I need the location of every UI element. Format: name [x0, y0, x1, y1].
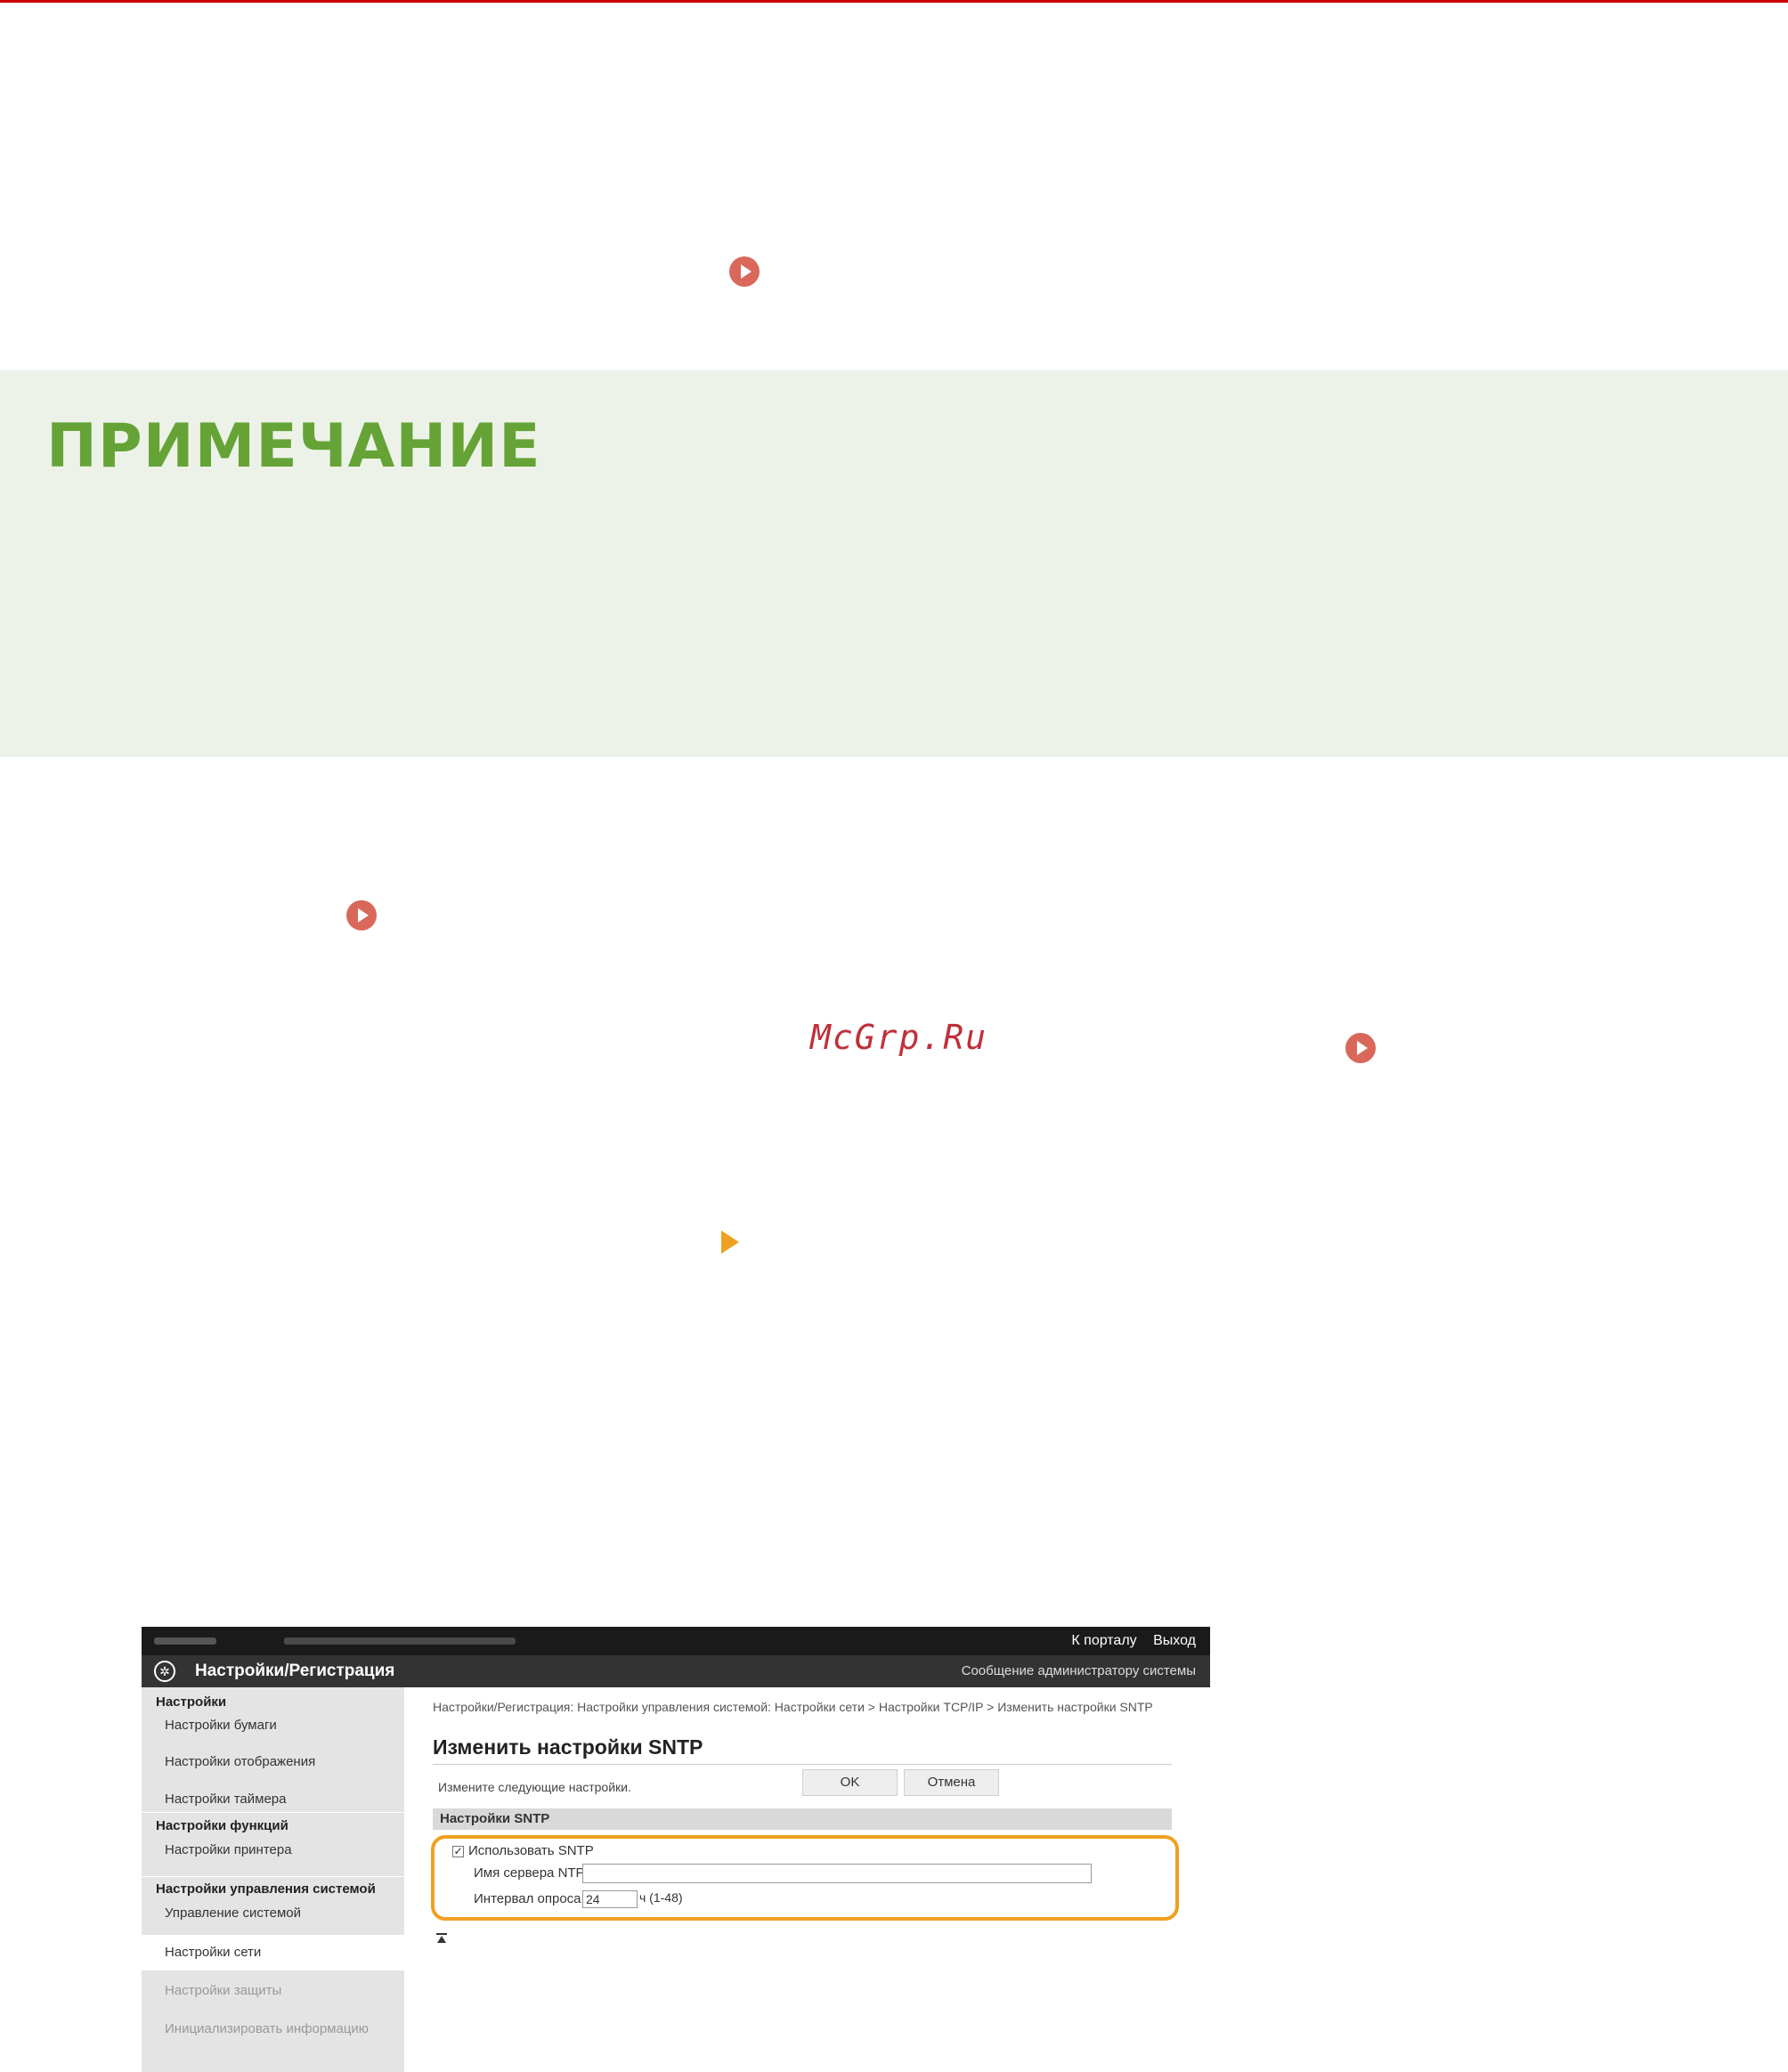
logout-link[interactable]: Выход [1153, 1633, 1196, 1648]
instruction-text: Измените следующие настройки. [438, 1780, 631, 1794]
poll-interval-label: Интервал опроса: [474, 1891, 585, 1906]
top-rule [0, 0, 1788, 3]
poll-interval-unit: ч (1-48) [639, 1890, 683, 1905]
note-title: ПРИМЕЧАНИЕ [46, 411, 541, 482]
sidebar-heading: Настройки управления системой [156, 1881, 376, 1897]
blurred-device-info [284, 1637, 516, 1645]
sidebar-item-network[interactable]: Настройки сети [142, 1935, 427, 1970]
sidebar-item-display[interactable]: Настройки отображения [142, 1754, 427, 1769]
screenshot-header: ✲ Настройки/Регистрация Сообщение админи… [142, 1655, 1210, 1687]
cancel-button[interactable]: Отмена [904, 1769, 999, 1796]
main-panel: Настройки/Регистрация: Настройки управле… [404, 1687, 1210, 2072]
link-arrow-icon[interactable] [346, 900, 377, 930]
link-arrow-icon[interactable] [729, 256, 760, 287]
step-arrow-icon [721, 1231, 739, 1254]
breadcrumb: Настройки/Регистрация: Настройки управле… [433, 1700, 1153, 1714]
sidebar-item-system-management[interactable]: Управление системой [142, 1905, 427, 1921]
sidebar-item-initialize[interactable]: Инициализировать информацию [142, 2021, 427, 2036]
use-sntp-label: Использовать SNTP [468, 1843, 594, 1858]
sidebar-item-security[interactable]: Настройки защиты [142, 1983, 427, 1998]
sidebar-item-timer[interactable]: Настройки таймера [142, 1792, 427, 1807]
ok-button[interactable]: OK [802, 1769, 898, 1796]
scroll-top-icon[interactable] [436, 1933, 447, 1944]
screenshot-topbar: К порталу Выход [142, 1627, 1210, 1655]
sidebar-item-paper[interactable]: Настройки бумаги [142, 1718, 427, 1733]
blurred-device-name [154, 1637, 216, 1645]
sidebar: Настройки Настройки бумаги Настройки ото… [142, 1687, 427, 2072]
ntp-server-input[interactable] [582, 1864, 1092, 1883]
sidebar-divider [142, 1812, 404, 1813]
sidebar-heading: Настройки [156, 1694, 227, 1710]
ntp-server-label: Имя сервера NTP: [474, 1865, 589, 1881]
header-title: Настройки/Регистрация [195, 1662, 395, 1680]
use-sntp-checkbox[interactable]: ✓ [452, 1846, 464, 1857]
settings-gear-icon: ✲ [154, 1661, 175, 1682]
portal-link[interactable]: К порталу [1071, 1633, 1136, 1648]
ui-screenshot: К порталу Выход ✲ Настройки/Регистрация … [142, 1627, 1210, 2072]
link-arrow-icon[interactable] [1345, 1033, 1376, 1063]
watermark: McGrp.Ru [810, 1018, 988, 1057]
title-divider [433, 1764, 1172, 1765]
section-title: Настройки SNTP [440, 1811, 550, 1826]
sidebar-heading: Настройки функций [156, 1818, 289, 1833]
page-title: Изменить настройки SNTP [433, 1735, 703, 1759]
poll-interval-input[interactable]: 24 [582, 1890, 638, 1908]
sidebar-divider [142, 1876, 404, 1877]
admin-message-link[interactable]: Сообщение администратору системы [962, 1663, 1196, 1678]
sidebar-item-printer[interactable]: Настройки принтера [142, 1842, 427, 1857]
section-header: Настройки SNTP [433, 1808, 1172, 1830]
